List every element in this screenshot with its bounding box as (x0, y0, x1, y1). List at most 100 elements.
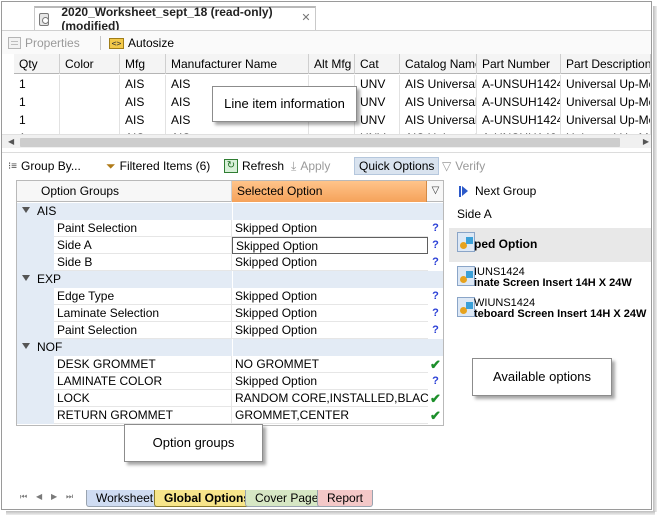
option-row[interactable]: LOCK RANDOM CORE,INSTALLED,BLACK ✔ (17, 390, 443, 407)
scroll-right-icon[interactable]: ▶ (643, 137, 649, 146)
document-tab[interactable]: 2020_Worksheet_sept_18 (read-only) (modi… (34, 5, 316, 33)
option-group-row[interactable]: AIS (17, 203, 443, 220)
option-name[interactable]: Edge Type (54, 288, 232, 305)
line-item-cell[interactable]: A-UNSUH1424 (477, 93, 561, 111)
collapse-toggle-icon[interactable] (22, 343, 30, 349)
row-indent (17, 288, 54, 305)
line-item-cell[interactable]: AIS Universal (400, 93, 477, 111)
collapse-toggle-icon[interactable] (22, 207, 30, 213)
filtered-items-button[interactable]: ⏷ Filtered Items (6) (106, 157, 210, 175)
column-header[interactable]: Qty (14, 54, 60, 74)
line-item-cell[interactable]: AIS (120, 111, 166, 129)
column-header[interactable]: Color (60, 54, 120, 74)
option-groups-grid[interactable]: Option Groups Selected Option ▽ AIS Paint… (16, 180, 444, 426)
line-item-cell[interactable]: UNV (355, 75, 400, 93)
properties-button[interactable]: Properties (8, 34, 80, 52)
selected-option-value[interactable]: Skipped Option (232, 237, 428, 254)
line-item-cell[interactable]: AIS (120, 75, 166, 93)
tab-worksheet[interactable]: Worksheet (86, 490, 164, 507)
option-row[interactable]: Laminate Selection Skipped Option? (17, 305, 443, 322)
selected-option-value[interactable]: Skipped Option (232, 373, 428, 390)
row-indent (17, 237, 54, 254)
selected-option-value[interactable]: Skipped Option (232, 322, 428, 339)
option-name[interactable]: Side A (54, 237, 232, 254)
selected-option-value[interactable]: Skipped Option (232, 254, 428, 271)
option-group-row[interactable]: EXP (17, 271, 443, 288)
row-indent (17, 373, 54, 390)
line-item-cell[interactable] (60, 93, 120, 111)
selected-option-value[interactable]: NO GROMMET (232, 356, 428, 373)
column-header[interactable]: Mfg (120, 54, 166, 74)
column-header[interactable]: Manufacturer Name (166, 54, 309, 74)
line-item-cell[interactable] (60, 111, 120, 129)
option-row[interactable]: Paint Selection Skipped Option? (17, 220, 443, 237)
line-item-cell[interactable]: AIS Universal (400, 75, 477, 93)
selected-option-value[interactable]: Skipped Option (232, 305, 428, 322)
selected-option-value[interactable]: GROMMET,CENTER (232, 407, 428, 424)
selected-option-value[interactable]: RANDOM CORE,INSTALLED,BLACK (232, 390, 428, 407)
collapse-toggle-icon[interactable] (22, 275, 30, 281)
option-row[interactable]: Side A Skipped Option? (17, 237, 443, 254)
selected-option-value[interactable]: Skipped Option (232, 220, 428, 237)
column-header[interactable]: Part Description (561, 54, 651, 74)
option-row[interactable]: Side B Skipped Option? (17, 254, 443, 271)
option-name[interactable]: RETURN GROMMET (54, 407, 232, 424)
option-row[interactable]: Edge Type Skipped Option? (17, 288, 443, 305)
tab-report[interactable]: Report (317, 490, 374, 507)
next-sheet-icon[interactable]: ▶ (51, 492, 57, 501)
option-name[interactable]: Paint Selection (54, 220, 232, 237)
option-row[interactable]: DESK GROMMET NO GROMMET ✔ (17, 356, 443, 373)
group-by-button[interactable]: ⁝≡ Group By... (8, 157, 81, 175)
scrollbar-thumb[interactable] (20, 138, 620, 147)
refresh-button[interactable]: ↻ Refresh (224, 157, 284, 175)
horizontal-scrollbar[interactable]: ◀ ▶ (2, 134, 651, 148)
option-row[interactable]: LAMINATE COLOR Skipped Option? (17, 373, 443, 390)
option-group-row[interactable]: NOF (17, 339, 443, 356)
line-item-cell[interactable]: Universal Up-Mount (561, 93, 651, 111)
column-filter-icon[interactable]: ▽ (428, 181, 443, 202)
tab-cover-page[interactable]: Cover Page (245, 490, 329, 507)
previous-sheet-icon[interactable]: ◀ (36, 492, 42, 501)
line-item-cell[interactable] (60, 75, 120, 93)
option-groups-column-header[interactable]: Option Groups (17, 181, 232, 202)
apply-button[interactable]: ⤓ Apply (291, 157, 330, 175)
quick-options-button[interactable]: Quick Options (354, 157, 440, 175)
selected-option-column-header[interactable]: Selected Option (232, 181, 427, 202)
option-row[interactable]: Paint Selection Skipped Option? (17, 322, 443, 339)
line-item-cell[interactable]: 1 (14, 75, 60, 93)
line-items-header: Qty Color Mfg Manufacturer Name Alt Mfg Cat Ca… (14, 54, 651, 74)
option-name[interactable]: LOCK (54, 390, 232, 407)
column-header[interactable]: Alt Mfg (309, 54, 355, 74)
option-name[interactable]: Paint Selection (54, 322, 232, 339)
option-name[interactable]: LAMINATE COLOR (54, 373, 232, 390)
next-group-button[interactable]: Next Group (459, 184, 536, 198)
column-header[interactable]: Catalog Name (400, 54, 477, 74)
option-grid-header: Option Groups Selected Option ▽ (17, 181, 443, 202)
worksheet-window: 2020_Worksheet_sept_18 (read-only) (modi… (1, 1, 652, 510)
option-name[interactable]: Side B (54, 254, 232, 271)
line-item-cell[interactable]: AIS Universal (400, 111, 477, 129)
next-group-arrow-icon (462, 186, 468, 196)
scroll-left-icon[interactable]: ◀ (8, 137, 14, 146)
close-icon[interactable]: ✕ (299, 11, 313, 24)
option-name[interactable]: DESK GROMMET (54, 356, 232, 373)
option-row[interactable]: RETURN GROMMET GROMMET,CENTER ✔ (17, 407, 443, 424)
selected-option-value[interactable]: Skipped Option (232, 288, 428, 305)
line-item-cell[interactable]: A-UNSUH1424 (477, 111, 561, 129)
verify-button[interactable]: ▽ Verify (442, 157, 485, 175)
line-item-cell[interactable]: A-UNSUH1424 (477, 75, 561, 93)
last-sheet-icon[interactable]: ⏭ (66, 492, 73, 502)
line-item-cell[interactable]: 1 (14, 93, 60, 111)
line-item-cell[interactable]: UNV (355, 93, 400, 111)
line-item-cell[interactable]: Universal Up-Mount (561, 111, 651, 129)
line-item-cell[interactable]: 1 (14, 111, 60, 129)
first-sheet-icon[interactable]: ⏮ (20, 492, 27, 502)
line-item-cell[interactable]: Universal Up-Mount (561, 75, 651, 93)
autosize-button[interactable]: <> Autosize (109, 34, 174, 52)
option-name[interactable]: Laminate Selection (54, 305, 232, 322)
column-header[interactable]: Part Number (477, 54, 561, 74)
line-item-cell[interactable]: UNV (355, 111, 400, 129)
line-item-cell[interactable]: AIS (120, 93, 166, 111)
option-thumbnail-icon (457, 232, 475, 252)
column-header[interactable]: Cat (355, 54, 400, 74)
